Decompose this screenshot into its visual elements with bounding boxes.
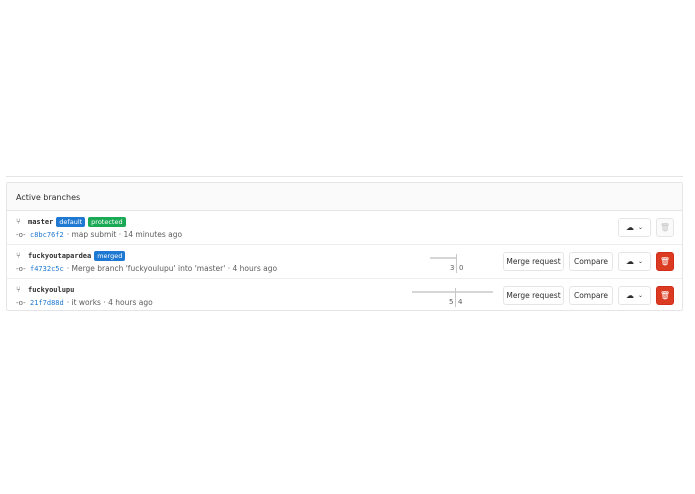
merged-badge: merged — [94, 251, 126, 261]
compare-button[interactable]: Compare — [569, 286, 613, 305]
merge-request-button[interactable]: Merge request — [503, 286, 564, 305]
ahead-count: 0 — [459, 264, 464, 272]
fork-icon: ⑂ — [16, 251, 21, 260]
protected-badge: protected — [88, 217, 126, 227]
commit-time: 4 hours ago — [108, 298, 153, 307]
commit-sha[interactable]: c8bc76f2 — [30, 231, 64, 239]
download-dropdown-button[interactable]: ☁ ⌄ — [618, 286, 651, 305]
middot: · — [66, 264, 70, 273]
divergence-graph: 3 0 — [427, 251, 467, 273]
download-dropdown-button[interactable]: ☁ ⌄ — [618, 252, 651, 271]
commit-info: -o- f4732c5c · Merge branch 'fuckyoulupu… — [16, 263, 277, 274]
fork-icon: ⑂ — [16, 217, 21, 226]
delete-branch-button[interactable]: 🗑 — [656, 286, 674, 305]
download-dropdown-button[interactable]: ☁ ⌄ — [618, 218, 651, 237]
commit-info: -o- 21f7d88d · it works · 4 hours ago — [16, 297, 153, 308]
commit-message[interactable]: it works — [72, 298, 101, 307]
divergence-graph: 5 4 — [409, 285, 499, 307]
trash-icon: 🗑 — [659, 257, 671, 266]
commit-time: 4 hours ago — [232, 264, 278, 273]
ahead-count: 4 — [458, 298, 463, 306]
commit-sha[interactable]: 21f7d88d — [30, 299, 64, 307]
commit-info: -o- c8bc76f2 · map submit · 14 minutes a… — [16, 229, 182, 240]
branch-row-fuckyoutapardea: ⑂ fuckyoutapardea merged -o- f4732c5c · … — [7, 245, 682, 279]
behind-bar — [430, 257, 456, 259]
branch-title: ⑂ fuckyoutapardea merged — [16, 250, 126, 262]
chevron-down-icon: ⌄ — [637, 224, 644, 231]
cloud-download-icon: ☁ — [625, 257, 634, 266]
branch-title: ⑂ fuckyoulupu — [16, 284, 74, 296]
commit-message[interactable]: Merge branch 'fuckyoulupu' into 'master' — [72, 264, 226, 273]
active-branches-panel: Active branches ⑂ master default protect… — [6, 182, 683, 311]
middot: · — [66, 230, 70, 239]
commit-message[interactable]: map submit — [72, 230, 117, 239]
trash-icon: 🗑 — [659, 223, 671, 232]
behind-count: 3 — [450, 264, 455, 272]
merge-request-button[interactable]: Merge request — [503, 252, 564, 271]
commit-icon: -o- — [16, 298, 26, 307]
chevron-down-icon: ⌄ — [637, 292, 644, 299]
behind-bar — [412, 291, 455, 293]
fork-icon: ⑂ — [16, 285, 21, 294]
branch-row-master: ⑂ master default protected -o- c8bc76f2 … — [7, 211, 682, 245]
commit-icon: -o- — [16, 264, 26, 273]
behind-count: 5 — [449, 298, 454, 306]
branch-title: ⑂ master default protected — [16, 216, 126, 228]
branch-name[interactable]: fuckyoutapardea — [28, 252, 91, 260]
commit-sha[interactable]: f4732c5c — [30, 265, 64, 273]
middot: · — [118, 230, 122, 239]
ahead-bar — [456, 291, 493, 293]
default-badge: default — [56, 217, 86, 227]
compare-button[interactable]: Compare — [569, 252, 613, 271]
middot: · — [227, 264, 231, 273]
delete-branch-button[interactable]: 🗑 — [656, 252, 674, 271]
page-divider — [6, 176, 683, 177]
chevron-down-icon: ⌄ — [637, 258, 644, 265]
divergence-separator — [456, 254, 457, 273]
middot: · — [103, 298, 106, 307]
commit-time: 14 minutes ago — [123, 230, 183, 239]
middot: · — [66, 298, 70, 307]
cloud-download-icon: ☁ — [625, 223, 634, 232]
delete-branch-button[interactable]: 🗑 — [656, 218, 674, 237]
commit-icon: -o- — [16, 230, 26, 239]
branch-name[interactable]: fuckyoulupu — [28, 286, 74, 294]
branch-row-fuckyoulupu: ⑂ fuckyoulupu -o- 21f7d88d · it works · … — [7, 279, 682, 313]
panel-title: Active branches — [7, 183, 682, 211]
trash-icon: 🗑 — [659, 291, 671, 300]
branch-name[interactable]: master — [28, 218, 53, 226]
cloud-download-icon: ☁ — [625, 291, 634, 300]
